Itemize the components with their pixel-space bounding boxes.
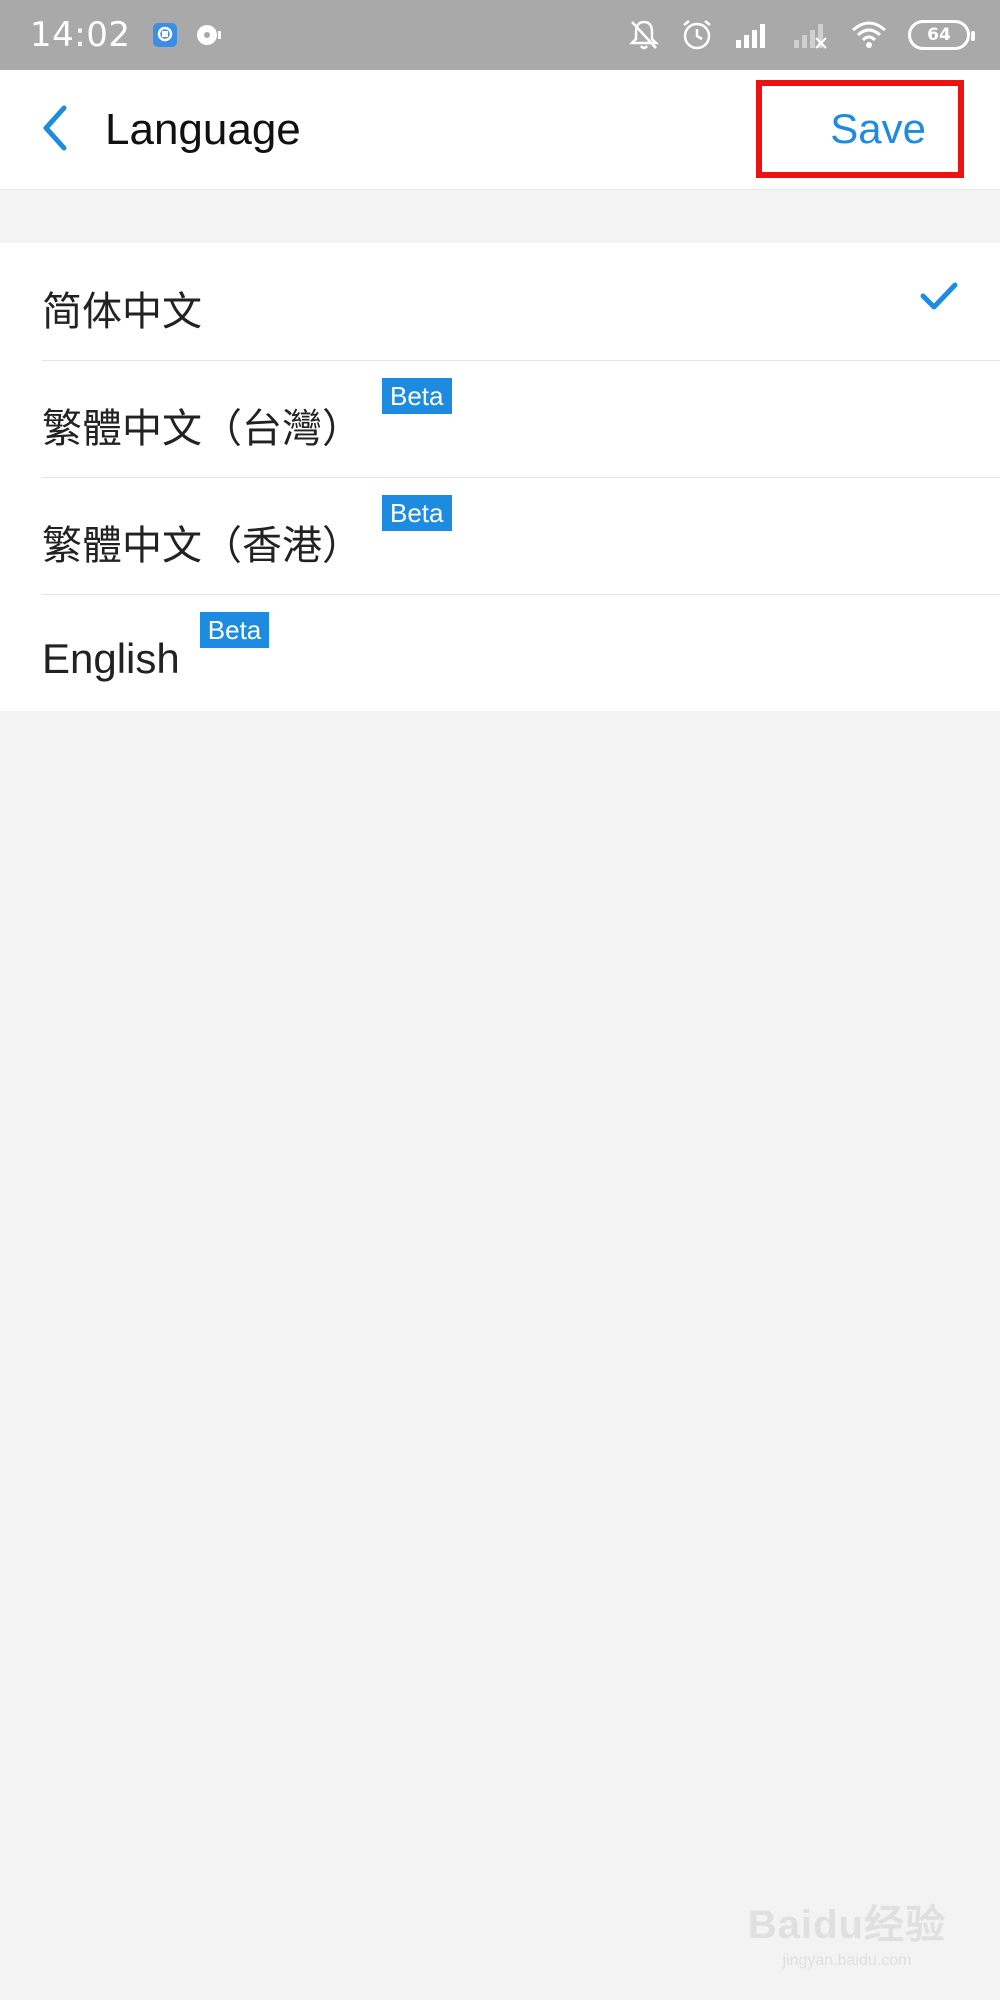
language-item-english[interactable]: English Beta bbox=[0, 594, 1000, 711]
watermark-brand: Baidu经验 bbox=[747, 1903, 946, 1947]
language-label: 简体中文 bbox=[42, 288, 202, 335]
language-label: 繁體中文（台灣） bbox=[42, 405, 362, 452]
watermark: Baidu经验 jingyan.baidu.com bbox=[748, 1892, 946, 1970]
status-left-icons bbox=[150, 20, 224, 50]
wifi-icon bbox=[850, 20, 888, 50]
watermark-url: jingyan.baidu.com bbox=[782, 1952, 912, 1969]
check-icon bbox=[920, 281, 958, 315]
language-item-traditional-chinese-hongkong[interactable]: 繁體中文（香港） Beta bbox=[0, 477, 1000, 594]
app-notification-icon bbox=[150, 20, 180, 50]
mute-icon bbox=[628, 18, 660, 52]
beta-badge: Beta bbox=[382, 378, 452, 414]
page-title: Language bbox=[105, 104, 301, 154]
save-button[interactable]: Save bbox=[756, 80, 964, 178]
app-header: Language Save bbox=[0, 70, 1000, 190]
chevron-left-icon bbox=[40, 104, 70, 156]
beta-badge: Beta bbox=[382, 495, 452, 531]
beta-badge: Beta bbox=[199, 612, 270, 648]
language-label: 繁體中文（香港） bbox=[42, 522, 362, 569]
signal-icon bbox=[734, 20, 772, 50]
language-list: 简体中文 繁體中文（台灣） Beta 繁體中文（香港） Beta English… bbox=[0, 243, 1000, 711]
status-time: 14:02 bbox=[30, 15, 131, 55]
status-bar: 14:02 64 bbox=[0, 0, 1000, 70]
alarm-icon bbox=[680, 18, 714, 52]
signal-weak-icon bbox=[792, 20, 830, 50]
battery-icon: 64 bbox=[908, 20, 975, 50]
status-right-icons: 64 bbox=[628, 18, 975, 52]
language-label: English bbox=[42, 634, 180, 682]
language-item-traditional-chinese-taiwan[interactable]: 繁體中文（台灣） Beta bbox=[0, 360, 1000, 477]
music-icon bbox=[194, 20, 224, 50]
language-item-simplified-chinese[interactable]: 简体中文 bbox=[0, 243, 1000, 360]
back-button[interactable] bbox=[5, 70, 105, 190]
